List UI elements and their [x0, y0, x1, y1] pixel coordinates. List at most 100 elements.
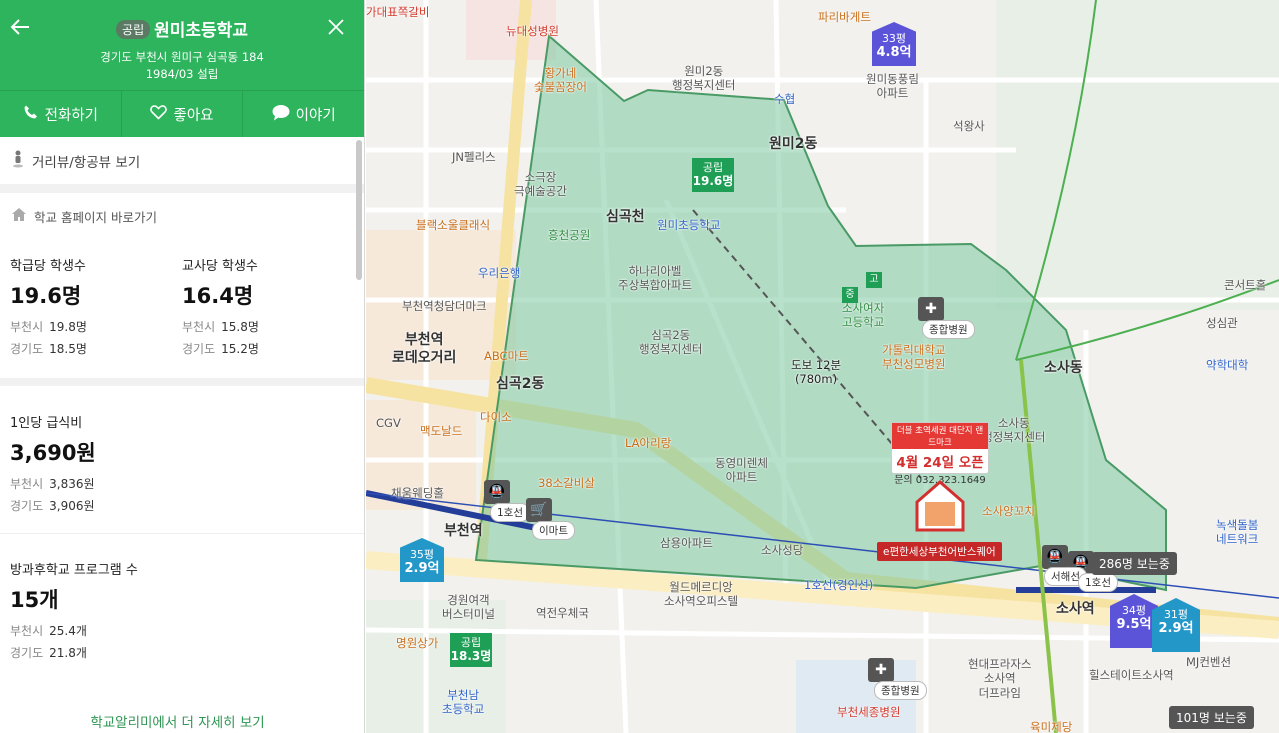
map-label: 파리바게트 — [818, 10, 871, 24]
map-label: 삼용아파트 — [660, 536, 713, 550]
school-detail-panel: 공립 원미초등학교 경기도 부천시 원미구 심곡동 184 1984/03 설립 … — [0, 0, 365, 733]
homepage-label: 학교 홈페이지 바로가기 — [34, 209, 157, 225]
subway-icon[interactable]: 🚇 — [484, 480, 510, 504]
map-label: 약학대학 — [1206, 358, 1249, 372]
school-marker[interactable]: 공립 19.6명 — [692, 158, 734, 192]
station-chip[interactable]: 1호선 — [490, 503, 531, 522]
stat-value: 3,690원 — [10, 441, 96, 465]
map-label: 동영미렌체 아파트 — [715, 456, 768, 485]
chat-icon — [272, 104, 290, 125]
map-label: ABC마트 — [484, 349, 529, 363]
map-label: 원미초등학교 — [657, 218, 721, 232]
price-area: 33평 — [881, 32, 907, 45]
talk-button[interactable]: 이야기 — [243, 91, 364, 137]
map-label: 소사양꼬치 — [982, 504, 1035, 518]
ratio-stats: 학급당 학생수 19.6명 부천시 19.8명 경기도 18.5명 교사당 학생수 … — [0, 255, 364, 358]
map-label: 부천남 초등학교 — [442, 688, 485, 717]
call-button[interactable]: 전화하기 — [0, 91, 122, 137]
ad-headline: 4월 24일 오픈 — [896, 455, 984, 471]
hospital-icon[interactable]: ✚ — [868, 658, 894, 682]
close-icon[interactable] — [326, 16, 346, 38]
rail-label: 1호선(경인선) — [804, 578, 874, 592]
map-label: 녹색돌봄 네트워크 — [1216, 518, 1259, 547]
hospital-chip[interactable]: 종합병원 — [874, 681, 927, 700]
map-label: JN펠리스 — [452, 150, 496, 164]
stat-province: 경기도 21.8개 — [10, 646, 87, 660]
map-label: 원미2동 — [769, 136, 818, 152]
street-view-link[interactable]: 거리뷰/항공뷰 보기 — [0, 137, 364, 184]
school-marker-value: 18.3명 — [450, 649, 492, 664]
map-label: 석왕사 — [953, 119, 985, 133]
school-marker[interactable]: 공립 18.3명 — [450, 633, 492, 667]
school-name: 원미초등학교 — [154, 21, 248, 41]
map-label: CGV — [376, 416, 401, 430]
homepage-link[interactable]: 학교 홈페이지 바로가기 — [0, 193, 364, 239]
high-school-badge[interactable]: 고 — [866, 272, 882, 288]
stat-city: 부천시 19.8명 — [10, 320, 87, 334]
more-info-link[interactable]: 학교알리미에서 더 자세히 보기 — [0, 711, 355, 731]
map-label: 가대표쪽갈비 — [366, 5, 430, 19]
map-label: 소사동 — [1044, 360, 1083, 376]
middle-school-badge[interactable]: 중 — [842, 287, 858, 303]
ad-label[interactable]: e편한세상부천어반스퀘어 — [877, 542, 1002, 561]
map-label: 소사성당 — [761, 543, 804, 557]
stat-title: 학급당 학생수 — [10, 259, 86, 274]
map-label: MJ컨벤션 — [1186, 655, 1232, 669]
ad-house-icon[interactable] — [915, 480, 965, 532]
stat-city: 부천시 25.4개 — [10, 624, 87, 638]
map-label: 경원여객 버스터미널 — [442, 593, 495, 622]
map-label: 현대프라자스 소사역 더프라임 — [968, 657, 1032, 700]
hospital-icon[interactable]: ✚ — [918, 297, 944, 321]
students-per-teacher: 교사당 학생수 16.4명 부천시 15.8명 경기도 15.2명 — [182, 255, 354, 358]
map-label: 원미2동 행정복지센터 — [672, 64, 736, 93]
after-school-stat: 방과후학교 프로그램 수 15개 부천시 25.4개 경기도 21.8개 — [0, 534, 364, 661]
map-label: 흥천공원 — [548, 228, 591, 242]
viewer-count-chip[interactable]: 286명 보는중 — [1092, 552, 1177, 575]
map-label: 명원상가 — [396, 636, 439, 650]
stat-value: 19.6명 — [10, 284, 82, 308]
pegman-icon — [12, 150, 24, 172]
street-view-label: 거리뷰/항공뷰 보기 — [32, 154, 141, 171]
map-label: 원미동풍림 아파트 — [866, 72, 919, 101]
map-label: 심곡천 — [606, 209, 645, 225]
students-per-class: 학급당 학생수 19.6명 부천시 19.8명 경기도 18.5명 — [10, 255, 182, 358]
map-label: 맥도날드 — [420, 424, 463, 438]
station-chip[interactable]: 1호선 — [1078, 573, 1119, 592]
talk-label: 이야기 — [295, 107, 336, 124]
divider — [0, 184, 364, 193]
stat-title: 방과후학교 프로그램 수 — [10, 563, 138, 578]
map-label: 소극장 극예술공간 — [514, 170, 567, 199]
ad-popup[interactable]: 더블 초역세권 대단지 랜드마크 4월 24일 오픈 문의 032.323.16… — [891, 422, 989, 486]
map-label: 소사여자 고등학교 — [842, 301, 885, 330]
map-label: 육미제당 — [1030, 720, 1073, 733]
price-value: 4.8억 — [876, 45, 912, 61]
school-title: 공립 원미초등학교 — [0, 16, 364, 41]
price-area: 35평 — [409, 548, 435, 561]
subway-icon[interactable]: 🚇 — [1042, 545, 1068, 569]
map-label: 채움웨딩홀 — [391, 486, 444, 500]
map-label: 소사역 — [1056, 601, 1095, 617]
cart-icon[interactable]: 🛒 — [526, 498, 552, 522]
map-label: 심곡2동 행정복지센터 — [639, 328, 703, 357]
hospital-chip[interactable]: 종합병원 — [922, 320, 975, 339]
stat-value: 15개 — [10, 588, 59, 612]
stat-title: 교사당 학생수 — [182, 259, 258, 274]
scrollbar-thumb[interactable] — [356, 140, 362, 280]
poi-chip[interactable]: 이마트 — [532, 521, 575, 540]
map-view[interactable]: 원미2동 행정복지센터 원미2동 심곡천 심곡2동 소사동 부천역 소사역 부천… — [366, 0, 1279, 733]
map-label: 부천역 로데오거리 — [392, 332, 457, 366]
app-root: 공립 원미초등학교 경기도 부천시 원미구 심곡동 184 1984/03 설립 … — [0, 0, 1279, 733]
map-label: 황가네 숯불꼼장어 — [534, 66, 587, 95]
stat-title: 1인당 급식비 — [10, 416, 83, 431]
school-marker-type: 공립 — [460, 636, 482, 649]
action-bar: 전화하기 좋아요 이야기 — [0, 90, 364, 137]
like-button[interactable]: 좋아요 — [122, 91, 244, 137]
heart-icon — [150, 104, 168, 124]
viewer-count-chip[interactable]: 101명 보는중 — [1169, 706, 1254, 729]
map-label: 부천세종병원 — [837, 705, 901, 719]
map-label: 우리은행 — [478, 266, 521, 280]
price-value: 2.9억 — [404, 561, 440, 577]
map-label: 소사동 행정복지센터 — [982, 416, 1046, 445]
map-label: LA아리랑 — [625, 436, 672, 450]
walk-time-label: 도보 12분 (780m) — [791, 358, 842, 387]
